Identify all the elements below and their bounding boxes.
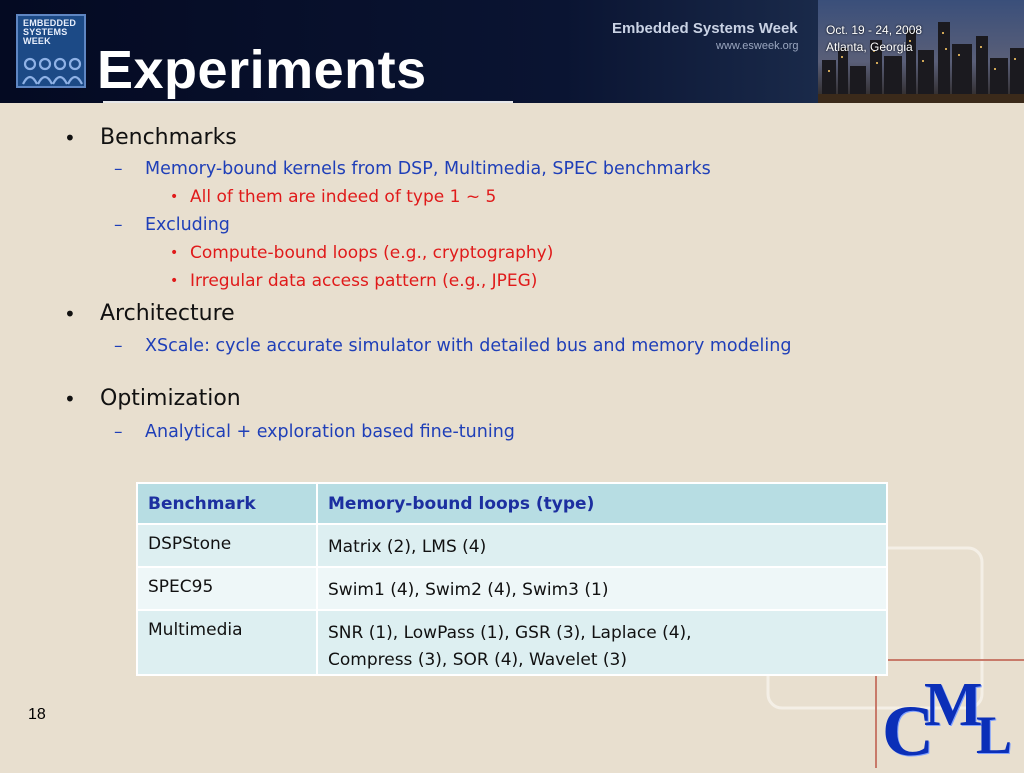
bullet-icon: • [170,273,179,289]
bullet-icon: • [170,189,179,205]
subbullet-memory-bound-kernels: Memory-bound kernels from DSP, Multimedi… [145,159,711,179]
bullet-icon: • [64,126,76,150]
table-row: Multimedia SNR (1), LowPass (1), GSR (3)… [136,609,888,676]
cell-benchmark: SPEC95 [136,566,318,611]
table-header-row: Benchmark Memory-bound loops (type) [136,482,888,525]
header-memory-bound-loops: Memory-bound loops (type) [316,482,888,525]
note-types: All of them are indeed of type 1 ~ 5 [190,187,497,207]
conference-place: Atlanta, Georgia [826,40,913,54]
bullet-benchmarks: Benchmarks [100,125,237,150]
dash-icon: – [114,215,123,235]
header-benchmark: Benchmark [136,482,318,525]
cell-benchmark: Multimedia [136,609,318,676]
cml-logo-letter: L [976,705,1013,765]
conference-date: Oct. 19 - 24, 2008 [826,23,923,37]
title-underline [103,101,513,103]
conference-name: Embedded Systems Week [612,20,798,37]
benchmark-table: Benchmark Memory-bound loops (type) DSPS… [136,482,888,676]
slide-header: EMBEDDED SYSTEMS WEEK Experiments Embedd… [0,0,1024,103]
cell-loops-line: SNR (1), LowPass (1), GSR (3), Laplace (… [328,623,692,643]
esweek-logo-text: EMBEDDED SYSTEMS WEEK [23,18,77,46]
page-number: 18 [28,706,46,723]
conference-url: www.esweek.org [716,40,799,52]
bullet-icon: • [64,302,76,326]
note-irregular-access: Irregular data access pattern (e.g., JPE… [190,271,538,291]
table-row: SPEC95 Swim1 (4), Swim2 (4), Swim3 (1) [136,566,888,611]
cell-loops-line: Swim1 (4), Swim2 (4), Swim3 (1) [328,580,609,600]
cell-loops-line: Matrix (2), LMS (4) [328,537,487,557]
bullet-architecture: Architecture [100,301,235,326]
cell-loops: SNR (1), LowPass (1), GSR (3), Laplace (… [316,609,888,676]
cml-logo: C M L [880,671,1024,771]
note-compute-bound: Compute-bound loops (e.g., cryptography) [190,243,554,263]
bullet-optimization: Optimization [100,386,241,411]
dash-icon: – [114,422,123,442]
dash-icon: – [114,336,123,356]
esweek-logo: EMBEDDED SYSTEMS WEEK [16,14,86,88]
cell-loops-line: Compress (3), SOR (4), Wavelet (3) [328,650,627,670]
cml-logo-letter: M [924,671,983,739]
people-figures-icon [22,57,83,85]
subbullet-analytical: Analytical + exploration based fine-tuni… [145,422,515,442]
bullet-icon: • [170,245,179,261]
table-row: DSPStone Matrix (2), LMS (4) [136,523,888,568]
subbullet-excluding: Excluding [145,215,230,235]
cell-loops: Matrix (2), LMS (4) [316,523,888,568]
slide-title: Experiments [97,40,427,100]
cell-benchmark: DSPStone [136,523,318,568]
subbullet-xscale: XScale: cycle accurate simulator with de… [145,336,792,356]
dash-icon: – [114,159,123,179]
bullet-icon: • [64,387,76,411]
cell-loops: Swim1 (4), Swim2 (4), Swim3 (1) [316,566,888,611]
